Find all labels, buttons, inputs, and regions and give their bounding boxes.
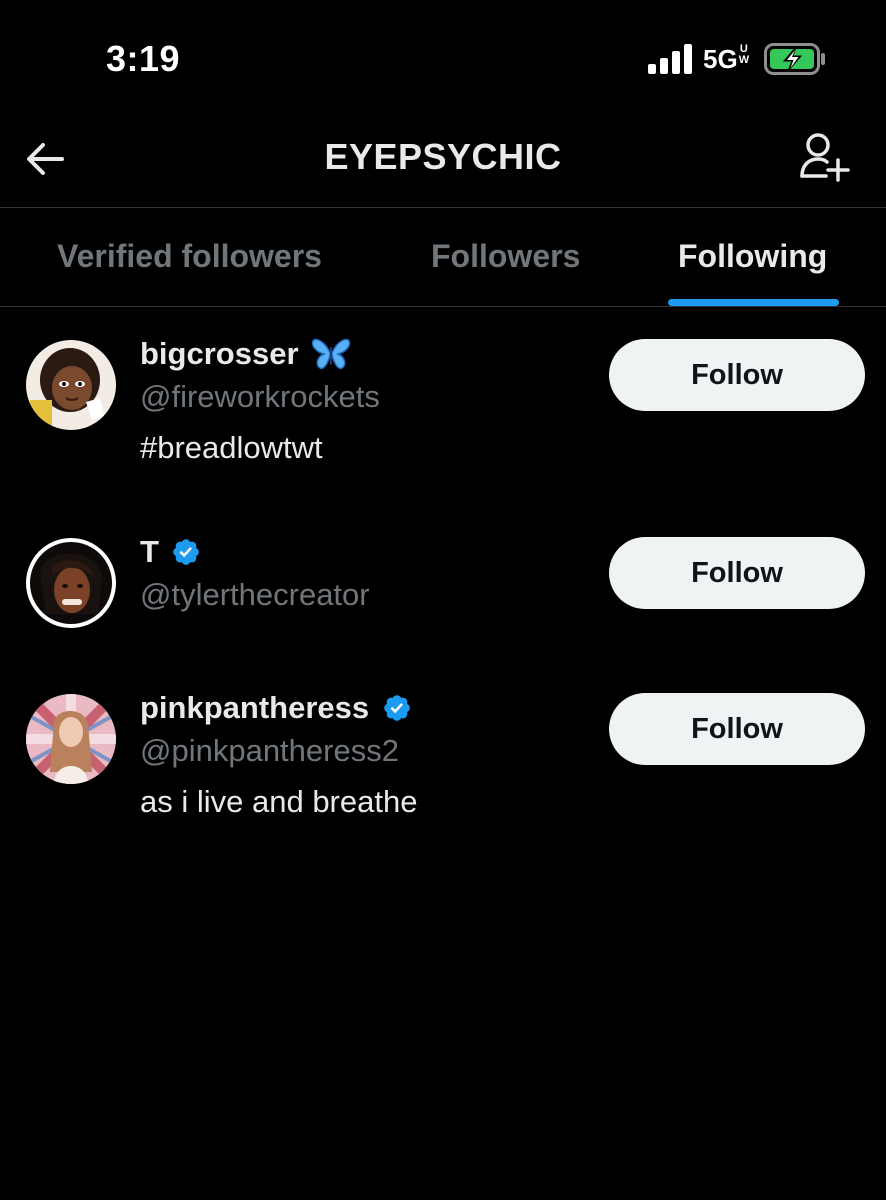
verified-badge-icon: [383, 695, 410, 721]
battery-charging-icon: [764, 43, 825, 75]
network-indicator: 5G U W: [703, 44, 749, 75]
page-title: EYEPSYCHIC: [324, 136, 562, 177]
tab-following[interactable]: Following: [678, 238, 827, 275]
list-item[interactable]: bigcrosser @fireworkrockets #breadlowtwt…: [0, 308, 886, 498]
display-name: bigcrosser: [140, 336, 299, 371]
user-handle: @tylerthecreator: [140, 577, 370, 612]
user-bio: as i live and breathe: [140, 784, 418, 819]
verified-badge-icon: [173, 539, 200, 565]
avatar[interactable]: [26, 694, 116, 784]
user-handle: @pinkpantheress2: [140, 733, 399, 768]
user-handle: @fireworkrockets: [140, 379, 380, 414]
tab-bar: Verified followers Followers Following: [0, 208, 886, 307]
network-suffix: UW: [739, 44, 749, 66]
status-bar: 3:19 5G U W: [0, 0, 886, 110]
tab-verified-followers[interactable]: Verified followers: [57, 238, 322, 275]
butterfly-emoji-icon: [311, 338, 351, 370]
avatar[interactable]: [26, 340, 116, 430]
top-app-bar: EYEPSYCHIC: [0, 110, 886, 208]
avatar-image: [26, 694, 116, 784]
display-name: pinkpantheress: [140, 690, 370, 725]
list-item[interactable]: T @tylerthecreator Follow: [0, 506, 886, 656]
user-bio: #breadlowtwt: [140, 430, 323, 465]
signal-bars-icon: [648, 44, 692, 74]
user-add-icon[interactable]: [796, 130, 856, 186]
name-line: bigcrosser: [140, 336, 351, 372]
follow-button[interactable]: Follow: [609, 693, 865, 765]
name-line: pinkpantheress: [140, 690, 412, 726]
active-tab-indicator: [668, 299, 839, 306]
display-name: T: [140, 534, 159, 569]
status-time: 3:19: [106, 38, 181, 79]
app-screen: 3:19 5G U W EYEPSYCHIC Verified follower…: [0, 0, 886, 1200]
network-label: 5G: [703, 44, 738, 74]
list-item[interactable]: pinkpantheress @pinkpantheress2 as i liv…: [0, 662, 886, 852]
name-line: T: [140, 534, 201, 570]
network-suffix-bottom: W: [738, 54, 750, 66]
avatar-image: [26, 538, 116, 628]
avatar[interactable]: [26, 538, 116, 628]
follow-button[interactable]: Follow: [609, 339, 865, 411]
avatar-image: [26, 340, 116, 430]
tab-followers[interactable]: Followers: [431, 238, 580, 275]
follow-button[interactable]: Follow: [609, 537, 865, 609]
